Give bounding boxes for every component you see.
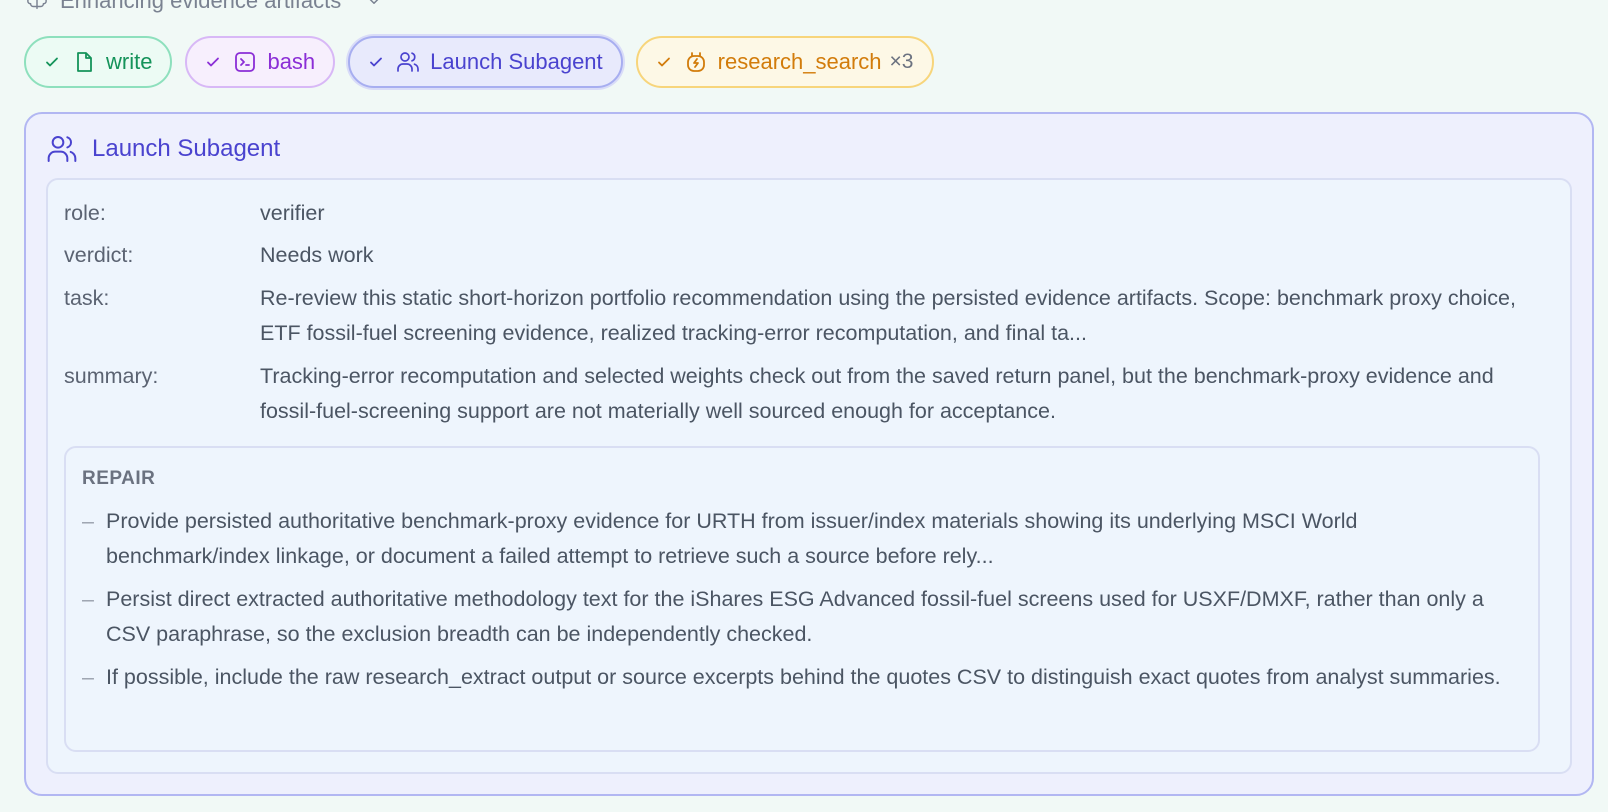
search-bolt-icon	[686, 52, 705, 72]
field-verdict: verdict: Needs work	[64, 238, 1554, 273]
users-icon	[47, 136, 77, 162]
terminal-icon	[235, 52, 256, 72]
check-icon	[657, 57, 670, 67]
check-icon	[46, 57, 58, 67]
field-value: Re-review this static short-horizon port…	[260, 286, 1516, 345]
field-role: role: verifier	[64, 196, 1554, 231]
chip-label: write	[106, 49, 153, 74]
chip-label: bash	[267, 49, 316, 74]
field-value: Needs work	[260, 243, 374, 267]
chip-write[interactable]: write	[24, 36, 173, 88]
field-value: Tracking-error recomputation and selecte…	[260, 364, 1494, 423]
bullet-dash: –	[82, 587, 94, 611]
chip-research-search[interactable]: research_search ×3	[635, 36, 934, 88]
list-item-text: Provide persisted authoritative benchmar…	[106, 509, 1358, 568]
bullet-dash: –	[82, 509, 94, 533]
tool-chip-bar: write bash Launch Subagent research_sear…	[24, 36, 934, 88]
chip-label: Launch Subagent	[430, 49, 603, 74]
field-value: verifier	[260, 201, 325, 225]
panel-header: Launch Subagent	[46, 134, 280, 164]
repair-list: – Provide persisted authoritative benchm…	[82, 504, 1524, 703]
subagent-panel: Launch Subagent role: verifier verdict: …	[24, 112, 1594, 796]
chip-label: research_search	[717, 49, 882, 74]
field-key: task:	[64, 286, 110, 310]
field-task: task: Re-review this static short-horizo…	[64, 281, 1554, 351]
file-icon	[77, 52, 92, 72]
subagent-result-card: role: verifier verdict: Needs work task:…	[46, 178, 1572, 774]
bullet-dash: –	[82, 665, 94, 689]
repair-heading: REPAIR	[82, 468, 156, 489]
list-item: – Persist direct extracted authoritative…	[82, 582, 1524, 652]
field-key: summary:	[64, 364, 159, 388]
list-item: – If possible, include the raw research_…	[82, 660, 1524, 695]
field-key: verdict:	[64, 243, 134, 267]
list-item-text: Persist direct extracted authoritative m…	[106, 587, 1484, 646]
list-item-text: If possible, include the raw research_ex…	[106, 665, 1501, 689]
list-item: – Provide persisted authoritative benchm…	[82, 504, 1524, 574]
check-icon	[207, 57, 220, 67]
check-icon	[370, 57, 383, 67]
tool-activity-view: Enhancing evidence artifacts write bash …	[0, 0, 1608, 812]
panel-title: Launch Subagent	[92, 135, 281, 162]
users-icon	[397, 52, 420, 72]
brain-icon	[27, 0, 47, 10]
field-summary: summary: Tracking-error recomputation an…	[64, 359, 1554, 429]
chevron-down-icon[interactable]	[365, 0, 383, 10]
chip-count: ×3	[889, 50, 914, 73]
chip-bash[interactable]: bash	[185, 36, 336, 88]
step-header[interactable]: Enhancing evidence artifacts	[26, 0, 383, 16]
step-title: Enhancing evidence artifacts	[60, 0, 342, 13]
field-key: role:	[64, 201, 106, 225]
chip-launch-subagent[interactable]: Launch Subagent	[348, 36, 623, 88]
repair-section: REPAIR – Provide persisted authoritative…	[64, 446, 1540, 752]
